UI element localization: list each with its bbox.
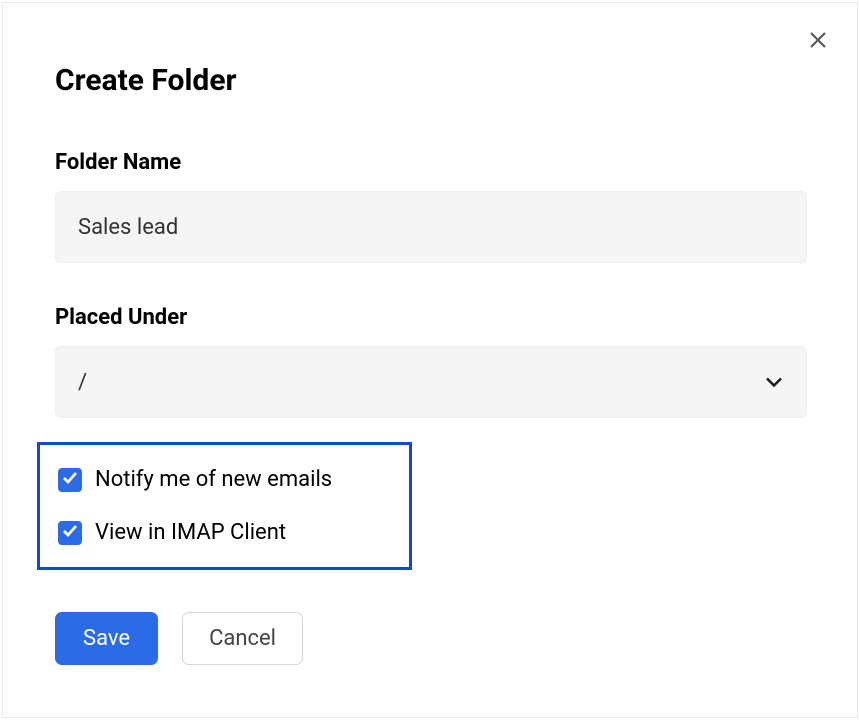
check-icon xyxy=(62,523,78,542)
check-icon xyxy=(62,470,78,489)
folder-name-input[interactable] xyxy=(55,191,807,263)
folder-name-field: Folder Name xyxy=(55,150,807,263)
close-button[interactable] xyxy=(807,31,829,53)
imap-checkbox-row: View in IMAP Client xyxy=(58,520,391,545)
notify-checkbox-row: Notify me of new emails xyxy=(58,467,391,492)
placed-under-label: Placed Under xyxy=(55,305,807,330)
folder-name-label: Folder Name xyxy=(55,150,807,175)
dialog-title: Create Folder xyxy=(55,63,857,98)
save-button[interactable]: Save xyxy=(55,612,158,665)
create-folder-dialog: Create Folder Folder Name Placed Under /… xyxy=(2,2,858,718)
options-highlight-box: Notify me of new emails View in IMAP Cli… xyxy=(37,442,412,570)
placed-under-field: Placed Under / xyxy=(55,305,807,418)
imap-checkbox-label[interactable]: View in IMAP Client xyxy=(95,520,286,545)
imap-checkbox[interactable] xyxy=(58,521,82,545)
placed-under-value: / xyxy=(78,370,87,395)
notify-checkbox[interactable] xyxy=(58,468,82,492)
button-row: Save Cancel xyxy=(55,612,857,665)
cancel-button[interactable]: Cancel xyxy=(182,612,303,665)
placed-under-select[interactable]: / xyxy=(55,346,807,418)
close-icon xyxy=(808,30,828,54)
notify-checkbox-label[interactable]: Notify me of new emails xyxy=(95,467,332,492)
